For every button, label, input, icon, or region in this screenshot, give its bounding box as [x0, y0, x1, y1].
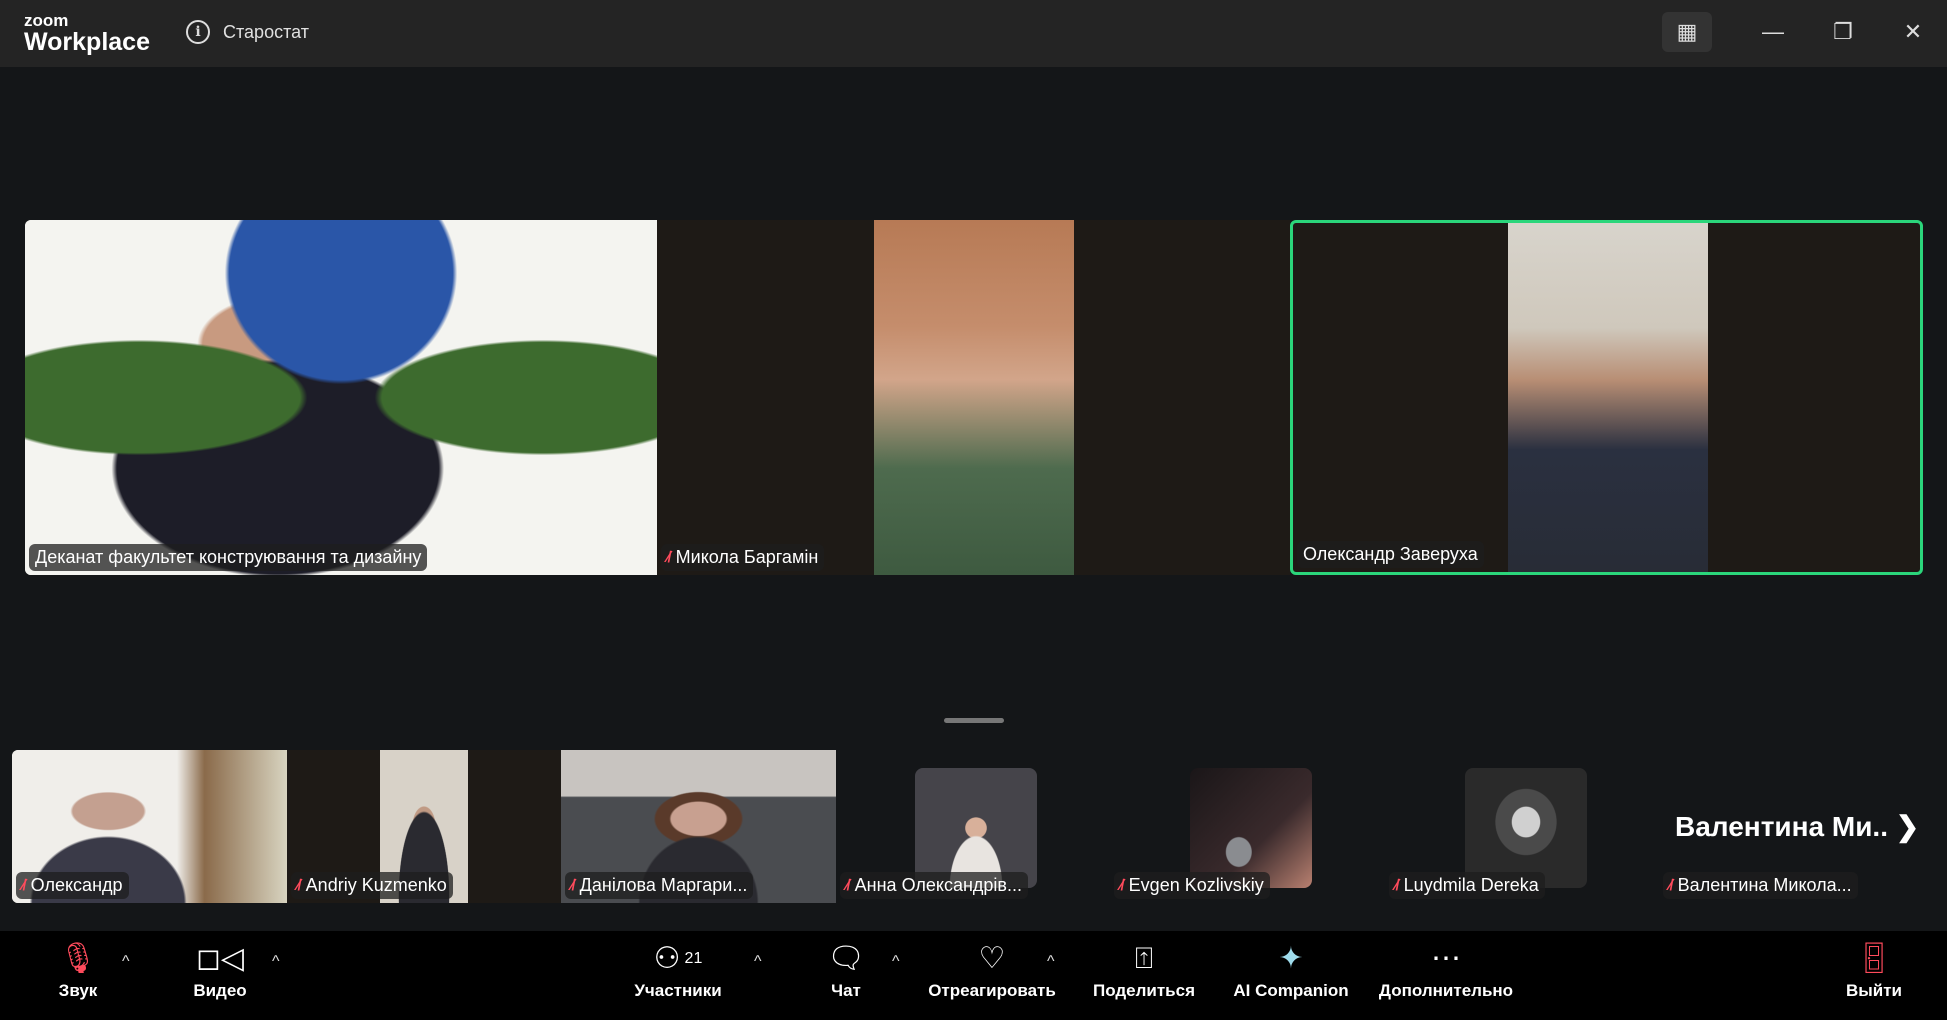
minimize-button[interactable]: — — [1748, 12, 1798, 52]
close-button[interactable]: ✕ — [1888, 12, 1938, 52]
share-screen-icon: ⍐ — [1135, 942, 1153, 975]
video-tile[interactable]: ⁄̸ Andriy Kuzmenko — [287, 750, 561, 903]
participant-name: ⁄̸ Микола Баргамін — [661, 544, 825, 571]
participant-name: ⁄̸ Evgen Kozlivskiy — [1114, 872, 1270, 899]
participant-name: ⁄̸ Олександр — [16, 872, 129, 899]
video-camera-icon: ◻◁ — [196, 942, 244, 975]
participant-display-name: Валентина Ми.. ❯ — [1675, 810, 1919, 843]
video-tile[interactable]: ⁄̸ Evgen Kozlivskiy — [1110, 750, 1385, 903]
more-button[interactable]: ⋯ Дополнительно — [1379, 931, 1513, 1020]
chevron-up-icon[interactable]: ^ — [1047, 953, 1055, 971]
video-tile[interactable]: Валентина Ми.. ❯ ⁄̸ Валентина Микола... — [1659, 750, 1934, 903]
leave-icon: 🚪︎ — [1854, 942, 1894, 975]
more-icon: ⋯ — [1430, 942, 1461, 975]
audio-label: Звук — [58, 981, 98, 1000]
participant-name: ⁄̸ Данілова Маргари... — [565, 872, 754, 899]
chat-label: Чат — [831, 981, 861, 1000]
name-label: Олександр — [30, 875, 123, 895]
name-label: Evgen Kozlivskiy — [1128, 875, 1264, 895]
grid-icon[interactable]: ▦ — [1662, 12, 1712, 52]
chat-button[interactable]: 🗨︎ Чат — [827, 931, 865, 1020]
video-feed — [874, 220, 1074, 575]
mic-muted-icon: 🎙︎ — [58, 942, 98, 975]
name-label: Деканат факультет конструювання та дизай… — [35, 547, 422, 567]
chevron-up-icon[interactable]: ^ — [754, 953, 762, 971]
mic-muted-icon: ⁄̸ — [297, 876, 300, 894]
react-label: Отреагировать — [928, 981, 1056, 1000]
participants-count: 21 — [684, 950, 703, 967]
chevron-up-icon[interactable]: ^ — [122, 953, 130, 971]
leave-label: Выйти — [1845, 981, 1903, 1000]
big-name-label: Валентина Ми.. — [1675, 811, 1888, 842]
mic-muted-icon: ⁄̸ — [1669, 876, 1672, 894]
chat-icon: 🗨︎ — [826, 942, 866, 975]
video-tile[interactable]: ⁄̸ Данілова Маргари... — [561, 750, 836, 903]
video-feed — [1508, 223, 1708, 572]
participant-name: Олександр Заверуха — [1297, 541, 1484, 568]
mic-muted-icon: ⁄̸ — [571, 876, 574, 894]
name-label: Микола Баргамін — [675, 547, 819, 567]
audio-button[interactable]: 🎙︎ Звук — [59, 931, 98, 1020]
restore-button[interactable]: ❐ — [1818, 12, 1868, 52]
logo-small: zoom — [24, 11, 69, 30]
video-button[interactable]: ◻◁ Видео — [193, 931, 246, 1020]
video-tile[interactable]: ⁄̸ Анна Олександрів... — [836, 750, 1110, 903]
zoom-logo: zoom Workplace — [24, 12, 150, 55]
ai-companion-button[interactable]: ✦ AI Companion — [1233, 931, 1348, 1020]
name-label: Andriy Kuzmenko — [305, 875, 447, 895]
video-tile[interactable]: Деканат факультет конструювання та дизай… — [25, 220, 657, 575]
chevron-right-icon[interactable]: ❯ — [1888, 811, 1919, 842]
ai-companion-label: AI Companion — [1233, 981, 1349, 1000]
resize-handle[interactable] — [944, 718, 1004, 723]
more-label: Дополнительно — [1378, 981, 1514, 1000]
mic-muted-icon: ⁄̸ — [22, 876, 25, 894]
video-tile[interactable]: ⁄̸ Олександр — [12, 750, 287, 903]
video-label: Видео — [193, 981, 247, 1000]
participant-name: ⁄̸ Andriy Kuzmenko — [291, 872, 453, 899]
name-label: Luydmila Dereka — [1403, 875, 1539, 895]
chevron-up-icon[interactable]: ^ — [892, 953, 900, 971]
participants-icon: ⚇ 21 — [653, 942, 703, 975]
mic-muted-icon: ⁄̸ — [667, 548, 670, 566]
participant-name: Деканат факультет конструювання та дизай… — [29, 544, 428, 571]
chevron-up-icon[interactable]: ^ — [272, 953, 280, 971]
name-label: Валентина Микола... — [1677, 875, 1852, 895]
video-feed — [25, 220, 657, 575]
name-label: Олександр Заверуха — [1303, 544, 1478, 564]
leave-button[interactable]: 🚪︎ Выйти — [1846, 931, 1902, 1020]
share-button[interactable]: ⍐ Поделиться — [1093, 931, 1195, 1020]
avatar — [1465, 768, 1587, 888]
meeting-title: Старостат — [223, 22, 309, 42]
mic-muted-icon: ⁄̸ — [1395, 876, 1398, 894]
name-label: Данілова Маргари... — [579, 875, 748, 895]
participants-button[interactable]: ⚇ 21 Участники — [634, 931, 721, 1020]
meeting-toolbar: 🎙︎ Звук ^ ◻◁ Видео ^ ⚇ 21 Участники ^ 🗨︎ Чат … — [0, 931, 1947, 1020]
participant-name: ⁄̸ Валентина Микола... — [1663, 872, 1858, 899]
participants-label: Участники — [634, 981, 722, 1000]
name-label: Анна Олександрів... — [854, 875, 1022, 895]
mic-muted-icon: ⁄̸ — [846, 876, 849, 894]
video-tile[interactable]: ⁄̸ Микола Баргамін — [657, 220, 1290, 575]
title-bar: zoom Workplace i Старостат ▦ — ❐ ✕ — [0, 0, 1947, 67]
sparkle-icon: ✦ — [1278, 942, 1304, 975]
avatar — [1190, 768, 1312, 888]
participant-name: ⁄̸ Luydmila Dereka — [1389, 872, 1545, 899]
video-tile[interactable]: ⁄̸ Luydmila Dereka — [1385, 750, 1659, 903]
info-icon[interactable]: i — [186, 20, 210, 44]
participant-name: ⁄̸ Анна Олександрів... — [840, 872, 1028, 899]
logo-big: Workplace — [24, 28, 150, 56]
mic-muted-icon: ⁄̸ — [1120, 876, 1123, 894]
share-label: Поделиться — [1092, 981, 1196, 1000]
video-tile-active-speaker[interactable]: Олександр Заверуха — [1290, 220, 1923, 575]
heart-icon: ♡ — [978, 942, 1006, 975]
avatar — [915, 768, 1037, 888]
react-button[interactable]: ♡ Отреагировать — [928, 931, 1056, 1020]
